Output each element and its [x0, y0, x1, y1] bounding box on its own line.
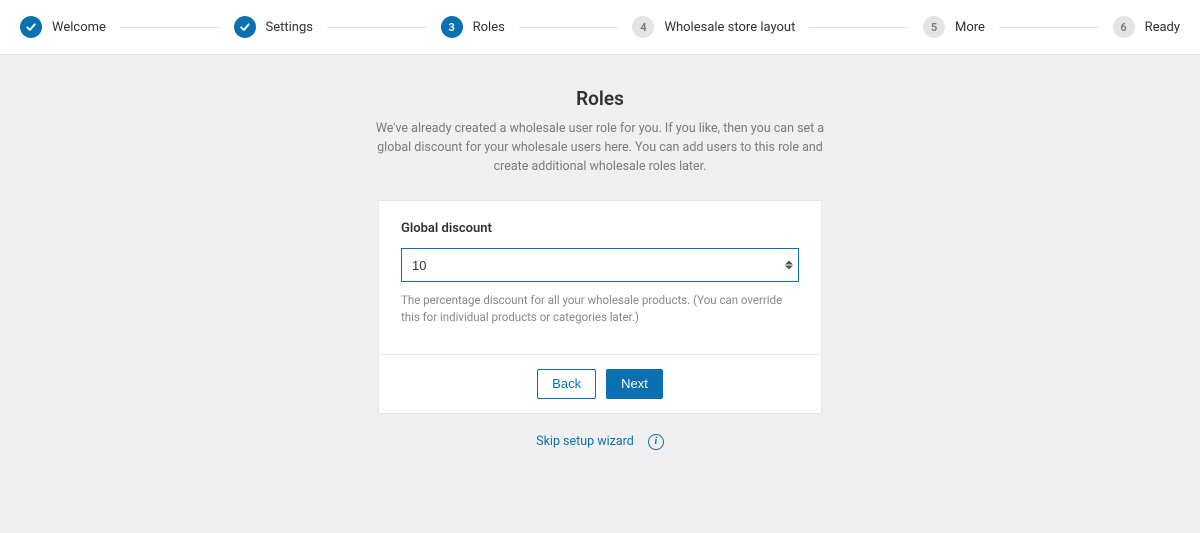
step-connector	[120, 27, 220, 28]
number-stepper[interactable]	[785, 261, 793, 270]
step-ready[interactable]: 6 Ready	[1113, 16, 1180, 38]
step-label: More	[955, 20, 985, 35]
wizard-stepper: Welcome Settings 3 Roles 4 Wholesale sto…	[0, 0, 1200, 55]
step-label: Roles	[473, 20, 505, 35]
step-connector	[519, 27, 619, 28]
global-discount-help: The percentage discount for all your who…	[401, 292, 799, 325]
info-icon[interactable]: i	[648, 434, 664, 450]
step-wholesale-layout[interactable]: 4 Wholesale store layout	[632, 16, 795, 38]
page-description: We've already created a wholesale user r…	[370, 120, 830, 176]
global-discount-label: Global discount	[401, 221, 799, 236]
step-settings[interactable]: Settings	[234, 16, 313, 38]
step-number: 5	[923, 16, 945, 38]
chevron-up-icon[interactable]	[785, 261, 793, 265]
step-connector	[327, 27, 427, 28]
chevron-down-icon[interactable]	[785, 266, 793, 270]
card-footer: Back Next	[379, 354, 821, 413]
step-more[interactable]: 5 More	[923, 16, 985, 38]
page-title: Roles	[576, 87, 624, 110]
next-button[interactable]: Next	[606, 369, 663, 399]
step-label: Wholesale store layout	[664, 20, 795, 35]
check-icon	[234, 16, 256, 38]
step-connector	[999, 27, 1099, 28]
back-button[interactable]: Back	[537, 369, 596, 399]
global-discount-input[interactable]	[401, 248, 799, 282]
step-label: Ready	[1145, 20, 1180, 35]
step-roles[interactable]: 3 Roles	[441, 16, 505, 38]
step-label: Settings	[266, 20, 313, 35]
step-number: 3	[441, 16, 463, 38]
step-label: Welcome	[52, 20, 106, 35]
roles-card: Global discount The percentage discount …	[378, 200, 822, 413]
step-connector	[809, 27, 909, 28]
check-icon	[20, 16, 42, 38]
step-number: 4	[632, 16, 654, 38]
step-number: 6	[1113, 16, 1135, 38]
skip-setup-link[interactable]: Skip setup wizard	[536, 434, 634, 449]
step-welcome[interactable]: Welcome	[20, 16, 106, 38]
